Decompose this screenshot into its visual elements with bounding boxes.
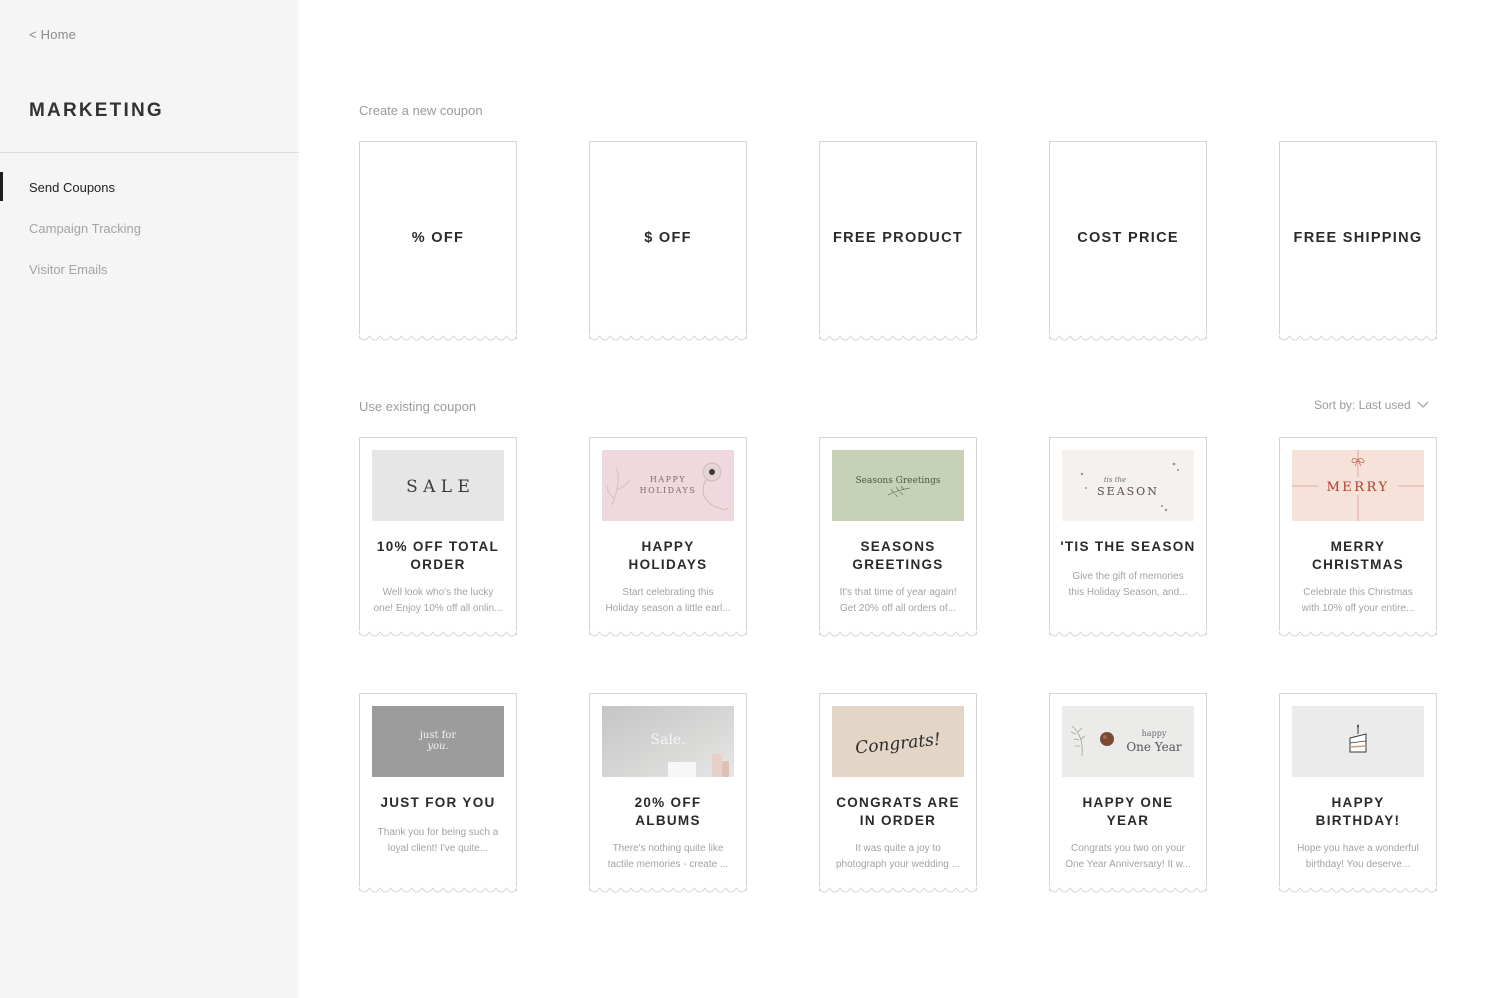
coupon-card-20-off-albums[interactable]: Sale. 20% OFF ALBUMS There's nothing quit… — [589, 693, 747, 893]
coupon-card-happy-birthday[interactable]: HAPPY BIRTHDAY! Hope you have a wonderful… — [1279, 693, 1437, 893]
coupon-type-dollar-off[interactable]: $ OFF — [589, 141, 747, 341]
coupon-description: It was quite a joy to photograph your wed… — [836, 843, 960, 870]
thumb-text: Sale. — [650, 732, 685, 748]
coupon-title: JUST FOR YOU — [380, 795, 496, 810]
coupon-description: It's that time of year again! Get 20% off… — [839, 587, 957, 614]
sidebar-item-visitor-emails[interactable]: Visitor Emails — [29, 262, 108, 277]
ticket-edge — [819, 887, 977, 893]
ticket-edge — [359, 631, 517, 637]
thumb-text: just for — [419, 730, 457, 741]
coupon-title: HAPPY HOLIDAYS — [628, 539, 708, 572]
ticket-edge — [1279, 887, 1437, 893]
coupon-thumbnail: just for you. — [372, 706, 504, 777]
thumb-text: Seasons Greetings — [856, 476, 941, 486]
coupon-card-congrats-are-in-order[interactable]: Congrats! CONGRATS ARE IN ORDER It was qu… — [819, 693, 977, 893]
sidebar: < Home MARKETING Send Coupons Campaign T… — [0, 0, 299, 998]
coupon-title: 'TIS THE SEASON — [1060, 539, 1196, 554]
coupon-thumbnail: HAPPY HOLIDAYS — [602, 450, 734, 521]
coupon-thumbnail: MERRY — [1292, 450, 1424, 521]
cake-icon — [1292, 706, 1424, 777]
coupon-description: Celebrate this Christmas with 10% off you… — [1301, 587, 1415, 614]
coupon-thumbnail: tis the SEASON — [1062, 450, 1194, 521]
coupon-card-seasons-greetings[interactable]: Seasons Greetings SEASONS GREETINGS It's … — [819, 437, 977, 637]
coupon-type-label: $ OFF — [644, 230, 692, 246]
coupon-description: Hope you have a wonderful birthday! You d… — [1297, 843, 1419, 870]
sort-dropdown[interactable]: Sort by: Last used — [1314, 398, 1429, 412]
coupon-title: HAPPY ONE YEAR — [1082, 795, 1174, 828]
coupon-title: HAPPY BIRTHDAY! — [1315, 795, 1401, 828]
coupon-description: Congrats you two on your One Year Anniver… — [1065, 843, 1191, 870]
ticket-edge — [1049, 335, 1207, 341]
coupon-description: Start celebrating this Holiday season a l… — [605, 587, 731, 614]
sort-label: Sort by: Last used — [1314, 398, 1411, 412]
coupon-type-label: FREE PRODUCT — [833, 230, 963, 246]
ticket-edge — [589, 631, 747, 637]
coupon-title: CONGRATS ARE IN ORDER — [836, 795, 960, 828]
thumb-text: SEASON — [1097, 485, 1159, 498]
thumb-text: One Year — [1126, 740, 1182, 754]
active-nav-indicator — [0, 172, 3, 201]
thumb-text: MERRY — [1326, 480, 1389, 495]
thumb-text: happy — [1142, 729, 1167, 738]
coupon-card-happy-holidays[interactable]: HAPPY HOLIDAYS HAPPY HOLIDAYS Start celeb… — [589, 437, 747, 637]
sidebar-item-campaign-tracking[interactable]: Campaign Tracking — [29, 221, 141, 236]
section-title: MARKETING — [29, 100, 164, 121]
coupon-card-tis-the-season[interactable]: tis the SEASON 'TIS THE SEASON Give the … — [1049, 437, 1207, 637]
coupon-description: Give the gift of memories this Holiday Se… — [1068, 571, 1188, 598]
coupon-type-free-product[interactable]: FREE PRODUCT — [819, 141, 977, 341]
ticket-edge — [1049, 631, 1207, 637]
ticket-edge — [359, 335, 517, 341]
coupon-description: Thank you for being such a loyal client! … — [377, 827, 499, 854]
coupon-description: There's nothing quite like tactile memori… — [607, 843, 729, 870]
ticket-edge — [819, 335, 977, 341]
coupon-thumbnail — [1292, 706, 1424, 777]
coupon-thumbnail: Congrats! — [832, 706, 964, 777]
thumb-text: HAPPY — [650, 475, 686, 484]
ticket-edge — [1279, 335, 1437, 341]
ticket-edge — [1049, 887, 1207, 893]
coupon-title: MERRY CHRISTMAS — [1312, 539, 1404, 572]
coupon-type-percent-off[interactable]: % OFF — [359, 141, 517, 341]
coupon-type-cost-price[interactable]: COST PRICE — [1049, 141, 1207, 341]
create-coupon-heading: Create a new coupon — [359, 103, 483, 118]
ticket-edge — [589, 887, 747, 893]
sidebar-divider — [0, 152, 299, 153]
thumb-text: S A L E — [406, 477, 470, 497]
existing-coupon-heading: Use existing coupon — [359, 399, 477, 414]
ticket-edge — [359, 887, 517, 893]
chevron-down-icon — [1417, 401, 1429, 408]
coupon-type-label: COST PRICE — [1077, 230, 1179, 246]
thumb-text: you. — [426, 741, 448, 752]
ticket-edge — [589, 335, 747, 341]
coupon-title: 10% OFF TOTAL ORDER — [376, 539, 500, 572]
ticket-edge — [819, 631, 977, 637]
coupon-thumbnail: Seasons Greetings — [832, 450, 964, 521]
coupon-card-merry-christmas[interactable]: MERRY MERRY CHRISTMAS Celebrate this Chri… — [1279, 437, 1437, 637]
coupon-card-happy-one-year[interactable]: happy One Year HAPPY ONE YEAR Congrats yo… — [1049, 693, 1207, 893]
coupon-card-10-off-total-order[interactable]: S A L E 10% OFF TOTAL ORDER Well look who… — [359, 437, 517, 637]
coupon-thumbnail: happy One Year — [1062, 706, 1194, 777]
home-link[interactable]: < Home — [29, 27, 76, 42]
coupon-title: SEASONS GREETINGS — [852, 539, 944, 572]
sidebar-item-send-coupons[interactable]: Send Coupons — [29, 180, 115, 195]
coupon-card-just-for-you[interactable]: just for you. JUST FOR YOU Thank you for… — [359, 693, 517, 893]
coupon-thumbnail: Sale. — [602, 706, 734, 777]
coupon-type-free-shipping[interactable]: FREE SHIPPING — [1279, 141, 1437, 341]
coupon-title: 20% OFF ALBUMS — [634, 795, 702, 828]
thumb-text: tis the — [1104, 476, 1126, 484]
coupon-description: Well look who's the lucky one! Enjoy 10% … — [373, 587, 503, 614]
coupon-thumbnail: S A L E — [372, 450, 504, 521]
coupon-type-label: % OFF — [411, 230, 465, 246]
thumb-text: HOLIDAYS — [640, 486, 697, 495]
ticket-edge — [1279, 631, 1437, 637]
coupon-type-label: FREE SHIPPING — [1293, 230, 1423, 246]
